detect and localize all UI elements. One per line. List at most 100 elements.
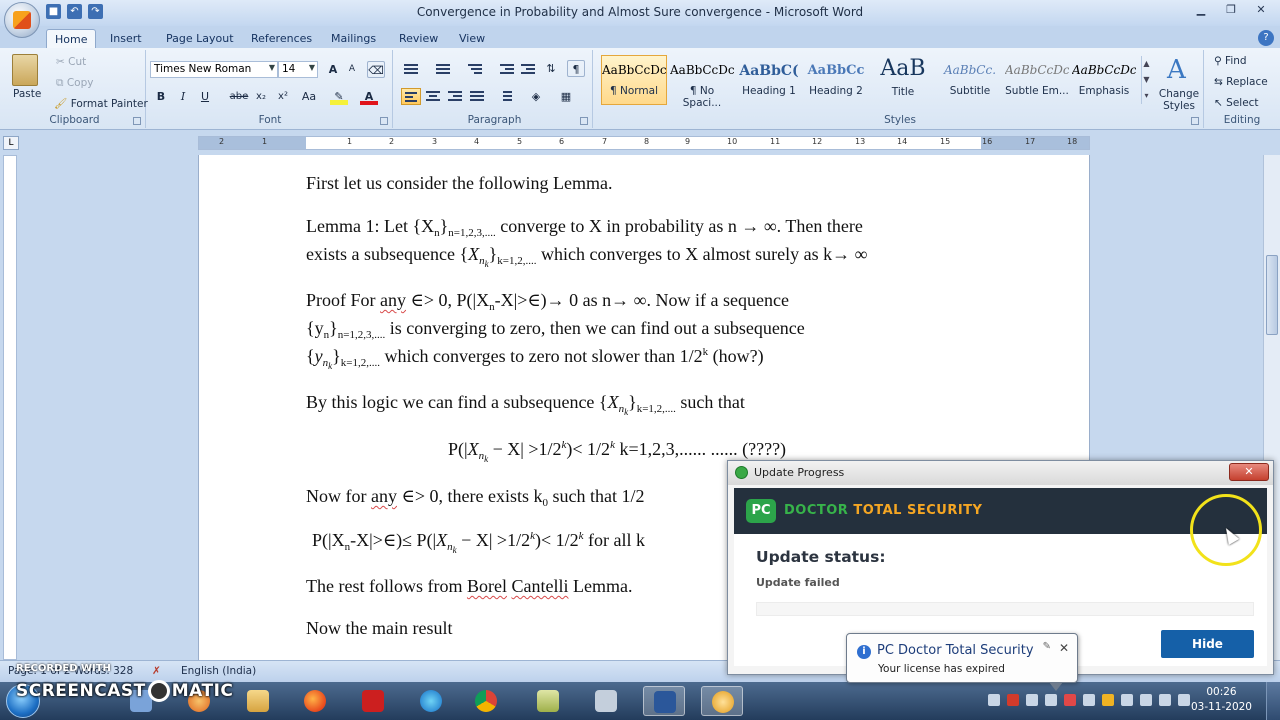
style-normal[interactable]: AaBbCcDc ¶ Normal [601, 55, 667, 105]
ruler-row: L 2 1 1 2 3 4 5 6 7 8 9 10 11 12 13 14 1… [0, 131, 1280, 281]
tab-view[interactable]: View [451, 29, 493, 48]
justify-icon[interactable] [467, 88, 487, 105]
tray-flag-icon[interactable] [1121, 694, 1133, 706]
styles-launcher-icon[interactable] [1191, 117, 1199, 125]
italic-button[interactable]: I [174, 88, 192, 105]
tray-update-icon[interactable] [1102, 694, 1114, 706]
numbering-icon[interactable] [433, 60, 453, 77]
clipboard-launcher-icon[interactable] [133, 117, 141, 125]
notification-close-button[interactable]: ✕ [1059, 641, 1069, 655]
dialog-close-button[interactable]: ✕ [1229, 463, 1269, 481]
ribbon-tabs: Home Insert Page Layout References Maili… [0, 26, 1280, 48]
hide-button[interactable]: Hide [1161, 630, 1254, 658]
clear-formatting-icon[interactable]: ⌫ [367, 61, 385, 78]
superscript-button[interactable]: x² [274, 88, 292, 105]
replace-button[interactable]: ⇆ Replace [1214, 76, 1268, 88]
help-icon[interactable]: ? [1258, 30, 1274, 46]
paragraph-launcher-icon[interactable] [580, 117, 588, 125]
taskbar-app-word[interactable] [643, 686, 685, 716]
sort-icon[interactable]: ⇅ [542, 60, 560, 77]
taskbar-app-explorer[interactable] [237, 686, 279, 716]
scrollbar-thumb[interactable] [1266, 255, 1278, 335]
tray-bluetooth-icon[interactable] [1083, 694, 1095, 706]
horizontal-ruler[interactable]: 2 1 1 2 3 4 5 6 7 8 9 10 11 12 13 14 15 … [198, 136, 1090, 150]
vertical-ruler[interactable] [3, 155, 17, 660]
decrease-indent-icon[interactable] [497, 60, 517, 77]
align-center-icon[interactable] [423, 88, 443, 105]
shrink-font-button[interactable]: A [343, 61, 361, 78]
tray-security-icon[interactable] [1064, 694, 1076, 706]
find-button[interactable]: ⚲ Find [1214, 55, 1247, 67]
underline-button[interactable]: U [196, 88, 214, 105]
style-emphasis[interactable]: AaBbCcDc Emphasis [1071, 55, 1137, 105]
style-heading-1[interactable]: AaBbC(Heading 1 [736, 55, 802, 105]
copy-button[interactable]: ⧉ Copy [56, 77, 93, 90]
styles-scroll-icon[interactable]: ▲ ▼ ▾ [1141, 56, 1151, 104]
bullets-icon[interactable] [401, 60, 421, 77]
notification-message: Your license has expired [878, 663, 1005, 675]
grow-font-button[interactable]: A [324, 61, 342, 78]
line-spacing-icon[interactable] [495, 88, 515, 105]
taskbar-app-calculator[interactable] [585, 686, 627, 716]
taskbar-app-files[interactable] [527, 686, 569, 716]
tray-signal-icon[interactable] [988, 694, 1000, 706]
show-formatting-icon[interactable]: ¶ [567, 60, 585, 77]
multilevel-list-icon[interactable] [465, 60, 485, 77]
font-color-icon[interactable]: A [360, 88, 378, 105]
taskbar-app-edge[interactable] [410, 686, 452, 716]
shading-icon[interactable]: ◈ [527, 88, 545, 105]
pin-icon[interactable]: ✎ [1043, 641, 1051, 652]
borders-icon[interactable]: ▦ [557, 88, 575, 105]
subscript-button[interactable]: x₂ [252, 88, 270, 105]
tab-page-layout[interactable]: Page Layout [158, 29, 242, 48]
tab-review[interactable]: Review [391, 29, 446, 48]
tab-insert[interactable]: Insert [102, 29, 150, 48]
doc-line: Now the main result [306, 618, 453, 638]
change-case-button[interactable]: Aa [298, 88, 320, 105]
align-right-icon[interactable] [445, 88, 465, 105]
increase-indent-icon[interactable] [518, 60, 538, 77]
pc-doctor-icon [712, 691, 734, 713]
files-icon [537, 690, 559, 712]
tab-home[interactable]: Home [46, 29, 97, 48]
style-title[interactable]: AaB Title [870, 55, 936, 105]
tray-network-icon[interactable] [1140, 694, 1152, 706]
change-styles-button[interactable]: Change Styles [1156, 88, 1202, 112]
proofing-icon[interactable]: ✗ [152, 665, 161, 677]
align-left-icon[interactable] [401, 88, 421, 105]
cut-button[interactable]: ✂ Cut [56, 56, 86, 68]
tray-record-icon[interactable] [1007, 694, 1019, 706]
tray-power-icon[interactable] [1159, 694, 1171, 706]
show-desktop-button[interactable] [1266, 682, 1280, 720]
format-painter-button[interactable]: 🖌 Format Painter [54, 97, 148, 110]
license-notification[interactable]: i PC Doctor Total Security Your license … [846, 633, 1078, 691]
style-subtitle[interactable]: AaBbCc. Subtitle [937, 55, 1003, 105]
close-window-button[interactable]: ✕ [1248, 2, 1274, 18]
font-size-select[interactable]: 14 ▼ [278, 61, 318, 78]
tab-references[interactable]: References [243, 29, 320, 48]
restore-button[interactable]: ❐ [1218, 2, 1244, 18]
minimize-button[interactable]: ▁ [1188, 2, 1214, 18]
select-button[interactable]: ↖ Select [1214, 97, 1259, 109]
paste-button[interactable]: Paste [13, 88, 41, 100]
tab-mailings[interactable]: Mailings [323, 29, 384, 48]
style-heading-2[interactable]: AaBbCc Heading 2 [803, 55, 869, 105]
font-launcher-icon[interactable] [380, 117, 388, 125]
taskbar-app-pdf[interactable] [352, 686, 394, 716]
taskbar-app-firefox[interactable] [294, 686, 336, 716]
style-no-spacing[interactable]: AaBbCcDc ¶ No Spaci... [669, 55, 735, 109]
tray-settings-icon[interactable] [1045, 694, 1057, 706]
bold-button[interactable]: B [152, 88, 170, 105]
tab-selector[interactable]: L [3, 136, 19, 150]
taskbar-clock[interactable]: 00:26 03-11-2020 [1191, 685, 1252, 715]
highlight-icon[interactable]: ✎ [330, 88, 348, 105]
strikethrough-button[interactable]: abe [228, 88, 250, 105]
office-button[interactable] [4, 2, 40, 38]
tray-s-icon[interactable] [1026, 694, 1038, 706]
style-subtle-emphasis[interactable]: AaBbCcDc Subtle Em... [1004, 55, 1070, 105]
tray-volume-icon[interactable] [1178, 694, 1190, 706]
language-status[interactable]: English (India) [181, 665, 256, 677]
font-family-select[interactable]: Times New Roman ▼ [150, 61, 278, 78]
taskbar-app-chrome[interactable] [465, 686, 507, 716]
taskbar-app-pc-doctor[interactable] [701, 686, 743, 716]
